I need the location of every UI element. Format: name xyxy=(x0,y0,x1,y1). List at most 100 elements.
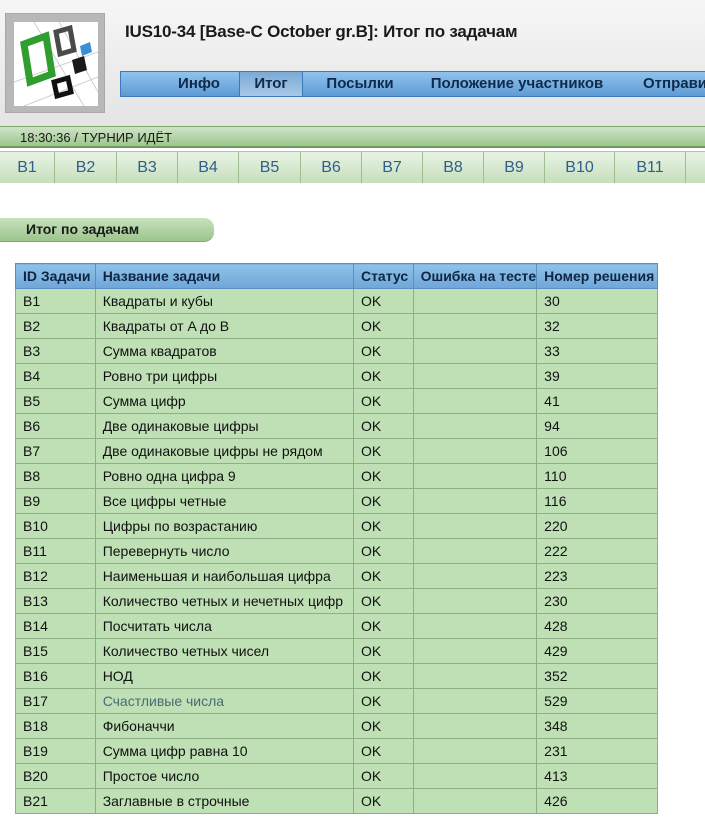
table-row: B21 Заглавные в строчные OK 426 xyxy=(15,788,658,814)
cell-name[interactable]: Сумма квадратов xyxy=(94,338,354,364)
cell-id: B13 xyxy=(15,588,96,614)
cell-name[interactable]: Все цифры четные xyxy=(94,488,354,514)
cell-status: OK xyxy=(352,513,414,539)
cell-name[interactable]: Количество четных чисел xyxy=(94,638,354,664)
section-heading: Итог по задачам xyxy=(0,218,214,242)
cell-error xyxy=(412,313,538,339)
menu-item-info[interactable]: Инфо xyxy=(163,72,235,96)
cell-number[interactable]: 220 xyxy=(536,513,658,539)
cell-number[interactable]: 94 xyxy=(536,413,658,439)
header-status: Статус xyxy=(352,263,414,289)
cell-id: B15 xyxy=(15,638,96,664)
cell-name[interactable]: Заглавные в строчные xyxy=(94,788,354,814)
cell-name[interactable]: Количество четных и нечетных цифр xyxy=(94,588,354,614)
cell-name[interactable]: Фибоначчи xyxy=(94,713,354,739)
cell-name[interactable]: Квадраты и кубы xyxy=(94,288,354,314)
cell-number[interactable]: 429 xyxy=(536,638,658,664)
cell-error xyxy=(412,538,538,564)
menu-item-submissions[interactable]: Посылки xyxy=(319,72,401,96)
tab-b11[interactable]: B11 xyxy=(615,152,686,183)
cell-name[interactable]: Две одинаковые цифры xyxy=(94,413,354,439)
tab-b10[interactable]: B10 xyxy=(545,152,615,183)
cell-error xyxy=(412,488,538,514)
cell-name[interactable]: Сумма цифр xyxy=(94,388,354,414)
cell-id: B9 xyxy=(15,488,96,514)
cell-number[interactable]: 529 xyxy=(536,688,658,714)
tab-b4[interactable]: B4 xyxy=(178,152,239,183)
cell-error xyxy=(412,363,538,389)
cell-number[interactable]: 223 xyxy=(536,563,658,589)
cell-name[interactable]: Наименьшая и наибольшая цифра xyxy=(94,563,354,589)
cell-status: OK xyxy=(352,638,414,664)
cell-number[interactable]: 106 xyxy=(536,438,658,464)
cell-number[interactable]: 428 xyxy=(536,613,658,639)
cell-number[interactable]: 39 xyxy=(536,363,658,389)
tab-b8[interactable]: B8 xyxy=(423,152,484,183)
cell-number[interactable]: 41 xyxy=(536,388,658,414)
table-header-row: ID Задачи Название задачи Статус Ошибка … xyxy=(15,263,658,289)
cell-status: OK xyxy=(352,713,414,739)
tab-b7[interactable]: B7 xyxy=(362,152,423,183)
tab-b6[interactable]: B6 xyxy=(301,152,362,183)
cell-name[interactable]: Ровно три цифры xyxy=(94,363,354,389)
cell-number[interactable]: 413 xyxy=(536,763,658,789)
cell-name[interactable]: Ровно одна цифра 9 xyxy=(94,463,354,489)
cell-number[interactable]: 231 xyxy=(536,738,658,764)
cell-error xyxy=(412,338,538,364)
cell-error xyxy=(412,438,538,464)
cell-number[interactable]: 348 xyxy=(536,713,658,739)
cell-name[interactable]: Цифры по возрастанию xyxy=(94,513,354,539)
cell-status: OK xyxy=(352,688,414,714)
cell-error xyxy=(412,463,538,489)
menu-item-standings[interactable]: Положение участников xyxy=(427,72,607,96)
cell-error xyxy=(412,738,538,764)
cell-number[interactable]: 33 xyxy=(536,338,658,364)
cell-name[interactable]: Сумма цифр равна 10 xyxy=(94,738,354,764)
cell-name[interactable]: Счастливые числа xyxy=(94,688,354,714)
tab-b2[interactable]: B2 xyxy=(55,152,117,183)
cell-status: OK xyxy=(352,413,414,439)
cell-number[interactable]: 222 xyxy=(536,538,658,564)
table-row: B2 Квадраты от A до B OK 32 xyxy=(15,313,658,339)
header: IUS10-34 [Base-C October gr.B]: Итог по … xyxy=(0,0,705,126)
cell-id: B8 xyxy=(15,463,96,489)
table-row: B8 Ровно одна цифра 9 OK 110 xyxy=(15,463,658,489)
header-id: ID Задачи xyxy=(15,263,96,289)
cell-number[interactable]: 116 xyxy=(536,488,658,514)
cell-number[interactable]: 352 xyxy=(536,663,658,689)
logo[interactable] xyxy=(5,13,105,113)
tab-b5[interactable]: B5 xyxy=(239,152,301,183)
cell-id: B3 xyxy=(15,338,96,364)
cell-number[interactable]: 110 xyxy=(536,463,658,489)
menu-item-summary[interactable]: Итог xyxy=(239,72,303,96)
cell-number[interactable]: 32 xyxy=(536,313,658,339)
cell-status: OK xyxy=(352,788,414,814)
cell-name[interactable]: Две одинаковые цифры не рядом xyxy=(94,438,354,464)
table-row: B10 Цифры по возрастанию OK 220 xyxy=(15,513,658,539)
cell-id: B10 xyxy=(15,513,96,539)
cell-name[interactable]: Посчитать числа xyxy=(94,613,354,639)
page-title: IUS10-34 [Base-C October gr.B]: Итог по … xyxy=(125,22,518,41)
table-row: B3 Сумма квадратов OK 33 xyxy=(15,338,658,364)
cell-status: OK xyxy=(352,738,414,764)
cell-name[interactable]: Перевернуть число xyxy=(94,538,354,564)
cell-error xyxy=(412,588,538,614)
tab-b1[interactable]: B1 xyxy=(0,152,55,183)
cell-status: OK xyxy=(352,663,414,689)
cell-number[interactable]: 30 xyxy=(536,288,658,314)
cell-id: B1 xyxy=(15,288,96,314)
cell-name[interactable]: Квадраты от A до B xyxy=(94,313,354,339)
cell-name[interactable]: Простое число xyxy=(94,763,354,789)
cell-number[interactable]: 230 xyxy=(536,588,658,614)
cell-number[interactable]: 426 xyxy=(536,788,658,814)
cell-status: OK xyxy=(352,538,414,564)
tab-b3[interactable]: B3 xyxy=(117,152,178,183)
menu-item-submit[interactable]: Отправит xyxy=(643,72,705,96)
tab-b9[interactable]: B9 xyxy=(484,152,545,183)
table-row: B12 Наименьшая и наибольшая цифра OK 223 xyxy=(15,563,658,589)
tab-overflow[interactable] xyxy=(686,152,705,183)
cell-name[interactable]: НОД xyxy=(94,663,354,689)
cell-error xyxy=(412,788,538,814)
cell-status: OK xyxy=(352,463,414,489)
cell-error xyxy=(412,713,538,739)
